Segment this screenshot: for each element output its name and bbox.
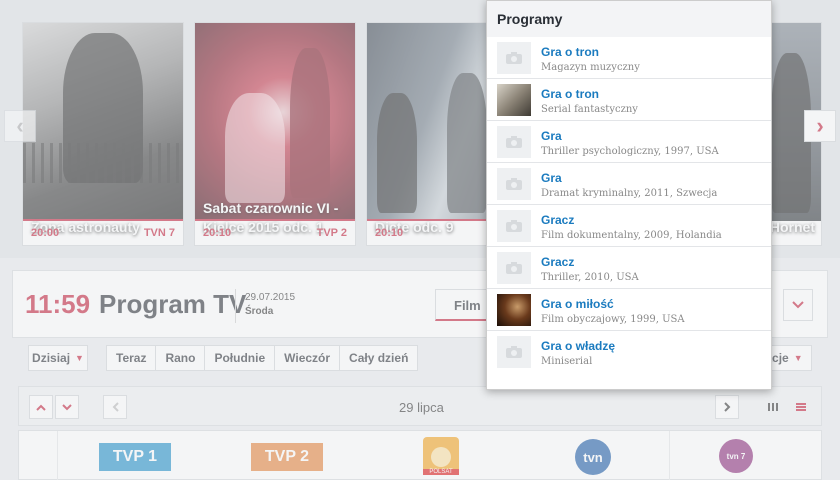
card-channel: TVN 7: [143, 227, 175, 239]
result-item[interactable]: Gra Dramat kryminalny, 2011, Szwecja: [487, 163, 771, 205]
polsat-sun-icon: [431, 447, 451, 467]
result-item[interactable]: Gra o władzę Miniserial: [487, 331, 771, 373]
card-meta: 20:10 TVP 2: [195, 219, 355, 245]
tab-rano[interactable]: Rano: [156, 345, 206, 371]
camera-placeholder-icon: [497, 252, 531, 284]
columns-icon: [768, 403, 778, 411]
channel-name: TVP 1: [112, 448, 158, 465]
result-title: Gra o władzę: [541, 339, 616, 353]
day-label: 29 lipca: [399, 400, 444, 415]
tab-poludnie[interactable]: Południe: [205, 345, 276, 371]
result-title: Gracz: [541, 255, 575, 269]
result-title: Gra o tron: [541, 45, 600, 59]
view-columns-button[interactable]: [761, 395, 785, 419]
search-value: Film: [454, 298, 481, 313]
dropdown-heading: Programy: [487, 1, 771, 37]
camera-placeholder-icon: [497, 168, 531, 200]
channel-logo-polsat[interactable]: POLSAT: [423, 437, 459, 475]
carousel-prev-button[interactable]: ‹: [4, 110, 36, 142]
scroll-up-button[interactable]: [29, 395, 53, 419]
channel-name: tvn 7: [726, 451, 746, 461]
result-title: Gra o tron: [541, 87, 600, 101]
card-meta: 20:00 TVN 7: [23, 219, 183, 245]
camera-placeholder-icon: [497, 210, 531, 242]
schedule-nav: 29 lipca: [18, 386, 822, 426]
next-time-button[interactable]: [715, 395, 739, 419]
current-time: 11:59: [25, 289, 91, 319]
camera-placeholder-icon: [497, 126, 531, 158]
channel-logo-tvn[interactable]: tvn: [575, 439, 611, 475]
result-desc: Dramat kryminalny, 2011, Szwecja: [541, 188, 718, 199]
day-select-label: Dzisiaj: [32, 351, 71, 365]
caret-down-icon: ▼: [75, 353, 84, 363]
tab-caly-dzien[interactable]: Cały dzień: [340, 345, 419, 371]
view-list-button[interactable]: [789, 395, 813, 419]
list-icon: [796, 403, 806, 411]
result-item[interactable]: Gra o tron Serial fantastyczny: [487, 79, 771, 121]
result-item[interactable]: Gra Thriller psychologiczny, 1997, USA: [487, 121, 771, 163]
camera-placeholder-icon: [497, 42, 531, 74]
search-type-dropdown[interactable]: [783, 289, 813, 321]
result-desc: Miniserial: [541, 356, 593, 367]
time-of-day-tabs: Teraz Rano Południe Wieczór Cały dzień: [106, 345, 419, 371]
result-item[interactable]: Gracz Thriller, 2010, USA: [487, 247, 771, 289]
result-title: Gra: [541, 171, 562, 185]
channel-name: POLSAT: [423, 469, 459, 475]
channel-logo-tvn7[interactable]: tvn 7: [719, 439, 753, 473]
card-image: [195, 23, 355, 221]
chevron-left-icon: ‹: [16, 113, 24, 138]
result-item[interactable]: Gra o tron Magazyn muzyczny: [487, 37, 771, 79]
card-title: Hornet: [769, 219, 815, 235]
featured-card[interactable]: Sabat czarownic VI - Kielce 2015 odc. 1 …: [194, 22, 356, 246]
result-desc: Serial fantastyczny: [541, 104, 638, 115]
card-channel: TVP 2: [316, 227, 347, 239]
card-image: [23, 23, 183, 221]
result-thumbnail: [497, 294, 531, 326]
card-time: 20:00: [31, 227, 60, 239]
result-title: Gracz: [541, 213, 575, 227]
divider: [235, 289, 236, 323]
day-select[interactable]: Dzisiaj ▼: [28, 345, 88, 371]
prev-time-button[interactable]: [103, 395, 127, 419]
chevron-right-icon: ›: [816, 113, 824, 138]
channel-name: tvn: [583, 449, 603, 465]
camera-placeholder-icon: [497, 336, 531, 368]
channel-logo-tvp1[interactable]: TVP 1: [99, 443, 171, 471]
chevron-left-icon: [112, 402, 119, 412]
featured-card[interactable]: Żona astronauty 20:00 TVN 7: [22, 22, 184, 246]
result-item[interactable]: Gra o miłość Film obyczajowy, 1999, USA: [487, 289, 771, 331]
channel-name: TVP 2: [264, 448, 310, 465]
result-item[interactable]: Gracz Film dokumentalny, 2009, Holandia: [487, 205, 771, 247]
card-time: 20:10: [375, 227, 404, 239]
tab-wieczor[interactable]: Wieczór: [275, 345, 341, 371]
result-title: Gra: [541, 129, 562, 143]
carousel-next-button[interactable]: ›: [804, 110, 836, 142]
weekday: Środa: [245, 306, 274, 317]
channel-logo-tvp2[interactable]: TVP 2: [251, 443, 323, 471]
result-desc: Magazyn muzyczny: [541, 62, 640, 73]
scroll-down-button[interactable]: [55, 395, 79, 419]
current-date: 29.07.2015 Środa: [245, 291, 295, 319]
chevron-right-icon: [723, 402, 730, 412]
tab-teraz[interactable]: Teraz: [106, 345, 157, 371]
channel-row: TVP 1 TVP 2 POLSAT tvn tvn 7: [18, 430, 822, 480]
result-desc: Thriller psychologiczny, 1997, USA: [541, 146, 719, 157]
search-results-dropdown: Programy Gra o tron Magazyn muzyczny Gra…: [486, 0, 772, 390]
result-title: Gra o miłość: [541, 297, 614, 311]
result-thumbnail: [497, 84, 531, 116]
page-title: Program TV: [99, 289, 247, 319]
result-desc: Film dokumentalny, 2009, Holandia: [541, 230, 722, 241]
date-value: 29.07.2015: [245, 292, 296, 303]
chevron-up-icon: [36, 404, 46, 411]
result-desc: Film obyczajowy, 1999, USA: [541, 314, 685, 325]
chevron-down-icon: [62, 403, 72, 410]
card-time: 20:10: [203, 227, 232, 239]
result-desc: Thriller, 2010, USA: [541, 272, 639, 283]
caret-down-icon: ▼: [793, 353, 803, 363]
chevron-down-icon: [792, 301, 804, 309]
